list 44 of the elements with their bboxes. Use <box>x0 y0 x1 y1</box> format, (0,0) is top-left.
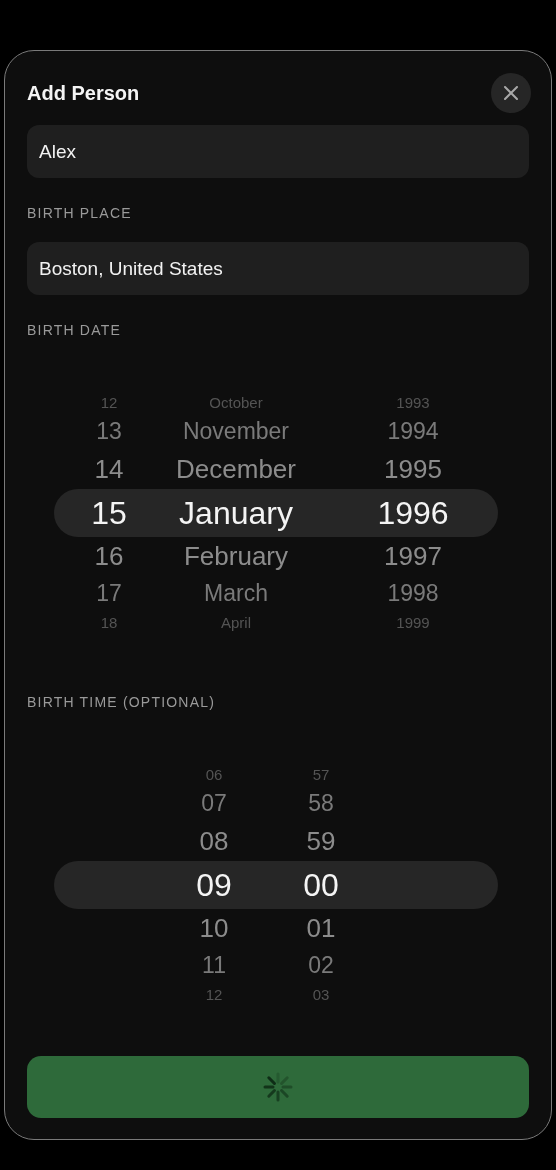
picker-item[interactable]: March <box>204 577 268 610</box>
picker-item[interactable]: 58 <box>308 787 334 820</box>
picker-item[interactable]: April <box>221 610 251 635</box>
picker-item[interactable]: 17 <box>96 577 122 610</box>
picker-item[interactable]: 18 <box>100 610 118 635</box>
picker-item[interactable]: 00 <box>303 862 339 907</box>
picker-item[interactable]: 06 <box>205 762 223 787</box>
picker-item[interactable]: 1998 <box>387 577 439 610</box>
text-field[interactable]: Boston, United States <box>27 242 529 295</box>
dialog-title: Add Person <box>27 81 140 105</box>
picker-item[interactable]: 12 <box>100 390 118 415</box>
picker-item[interactable]: 1995 <box>384 448 442 490</box>
picker-item[interactable]: 11 <box>202 949 226 982</box>
picker-item[interactable]: 59 <box>306 820 336 862</box>
section-label: BIRTH TIME (OPTIONAL) <box>27 694 216 710</box>
picker-item[interactable]: 57 <box>312 762 330 787</box>
close-icon <box>504 86 518 100</box>
picker-item[interactable]: 1997 <box>384 535 442 577</box>
picker-item[interactable]: 1999 <box>396 610 430 635</box>
picker-item[interactable]: December <box>176 448 296 490</box>
picker-item[interactable]: 02 <box>308 949 334 982</box>
close-button[interactable] <box>491 73 531 113</box>
spinner-icon <box>263 1072 293 1102</box>
picker-item[interactable]: November <box>182 415 290 448</box>
picker-item[interactable]: February <box>183 535 288 577</box>
picker-item[interactable]: 1996 <box>377 490 449 535</box>
picker-item[interactable]: 01 <box>306 907 336 949</box>
picker-item[interactable]: 1993 <box>396 390 430 415</box>
picker-item[interactable]: 09 <box>196 862 232 907</box>
picker-item[interactable]: 12 <box>205 982 223 1007</box>
picker-item[interactable]: 16 <box>94 535 124 577</box>
section-label: BIRTH DATE <box>27 322 121 338</box>
picker-item[interactable]: 07 <box>201 787 227 820</box>
section-label: BIRTH PLACE <box>27 205 132 221</box>
picker-item[interactable]: 15 <box>91 490 127 535</box>
picker-item[interactable]: 13 <box>96 415 122 448</box>
text-field[interactable]: Alex <box>27 125 529 178</box>
picker-item[interactable]: 1994 <box>387 415 439 448</box>
picker-item[interactable]: 08 <box>199 820 229 862</box>
picker-item[interactable]: January <box>179 490 293 535</box>
picker-item[interactable]: 14 <box>94 448 124 490</box>
picker-item[interactable]: 03 <box>312 982 330 1007</box>
picker-item[interactable]: October <box>209 390 263 415</box>
picker-item[interactable]: 10 <box>199 907 229 949</box>
